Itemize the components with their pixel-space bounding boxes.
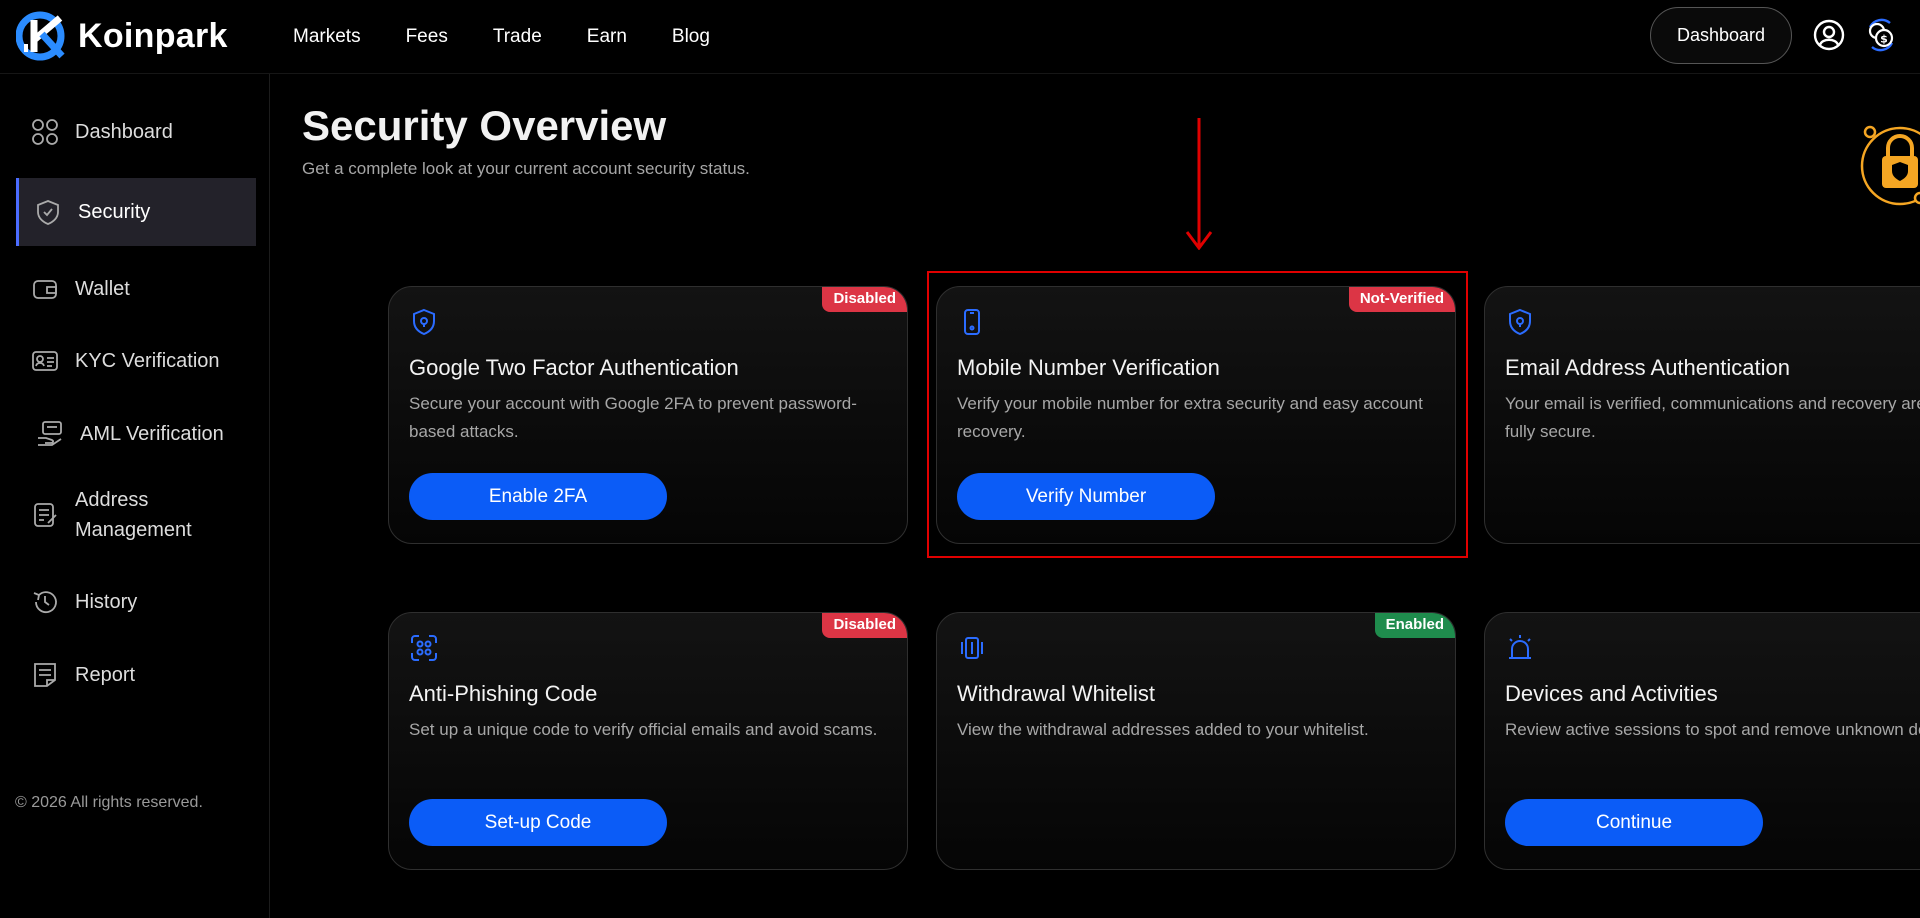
nav-earn[interactable]: Earn <box>587 26 627 48</box>
koinpark-logo-icon <box>16 11 65 61</box>
copyright-text: © 2026 All rights reserved. <box>15 794 203 811</box>
report-icon <box>34 663 56 687</box>
sidebar-item-wallet[interactable]: Wallet <box>16 266 256 312</box>
grid-icon <box>32 119 58 145</box>
card-title: Anti-Phishing Code <box>409 681 598 706</box>
alarm-icon <box>1509 635 1531 659</box>
sidebar-item-history[interactable]: History <box>16 579 256 625</box>
wallet-icon <box>33 280 57 299</box>
card-description: Secure your account with Google 2FA to p… <box>409 394 857 441</box>
sidebar-item-label: Address Management <box>75 489 192 541</box>
sidebar-item-kyc[interactable]: KYC Verification <box>16 338 256 384</box>
page-title: Security Overview <box>302 102 667 149</box>
sidebar-item-label: KYC Verification <box>75 349 220 372</box>
notepad-icon <box>34 503 57 527</box>
sidebar-item-security[interactable]: Security <box>16 178 256 246</box>
sidebar-item-label: AML Verification <box>80 422 224 445</box>
enable-2fa-button[interactable]: Enable 2FA <box>409 473 667 520</box>
card-email-authentication: Email Address Authentication Your email … <box>1484 286 1920 544</box>
card-title: Google Two Factor Authentication <box>409 355 739 380</box>
card-anti-phishing: Disabled Anti-Phishing Code Set up a uni… <box>388 612 908 870</box>
card-title: Withdrawal Whitelist <box>957 681 1156 706</box>
shield-icon <box>413 308 435 336</box>
id-card-icon <box>32 351 58 371</box>
hand-card-icon <box>38 421 62 446</box>
status-badge: Disabled <box>822 287 907 312</box>
nav-markets[interactable]: Markets <box>293 26 361 48</box>
sidebar-item-dashboard[interactable]: Dashboard <box>16 109 256 155</box>
sidebar-item-label: History <box>75 590 138 613</box>
nav-trade[interactable]: Trade <box>493 26 542 48</box>
shield-icon <box>1509 308 1531 336</box>
dashboard-button[interactable]: Dashboard <box>1650 7 1792 64</box>
card-title: Email Address Authentication <box>1505 355 1790 380</box>
card-google-2fa: Disabled Google Two Factor Authenticatio… <box>388 286 908 544</box>
top-navbar: Koinpark Markets Fees Trade Earn Blog Da… <box>0 0 1920 74</box>
sidebar: Dashboard Security Wallet KYC Verificati… <box>0 74 270 918</box>
red-highlight-box <box>927 271 1468 558</box>
whitelist-icon <box>961 637 983 659</box>
user-profile-icon[interactable] <box>1812 18 1846 52</box>
brand-name: Koinpark <box>78 16 228 55</box>
sidebar-item-address-management[interactable]: Address Management <box>16 484 256 546</box>
sidebar-item-report[interactable]: Report <box>16 652 256 698</box>
sidebar-item-aml[interactable]: AML Verification <box>16 411 256 457</box>
sidebar-item-label: Dashboard <box>75 120 173 143</box>
card-description: Set up a unique code to verify official … <box>409 720 878 739</box>
lock-illustration-icon <box>1860 125 1920 206</box>
sidebar-item-label: Report <box>75 663 136 686</box>
card-description: Your email is verified, communications a… <box>1505 394 1920 441</box>
red-arrow-annotation <box>1185 118 1213 250</box>
card-withdrawal-whitelist: Enabled Withdrawal Whitelist View the wi… <box>936 612 1456 870</box>
shield-icon <box>37 200 59 225</box>
nav-blog[interactable]: Blog <box>672 26 710 48</box>
status-badge: Disabled <box>822 613 907 638</box>
nav-fees[interactable]: Fees <box>406 26 448 48</box>
brand-logo[interactable]: Koinpark <box>16 10 228 62</box>
continue-button[interactable]: Continue <box>1505 799 1763 846</box>
scan-icon <box>411 635 437 661</box>
card-description: Review active sessions to spot and remov… <box>1505 720 1920 739</box>
card-devices-activities: Devices and Activities Review active ses… <box>1484 612 1920 870</box>
page-subtitle: Get a complete look at your current acco… <box>302 159 750 178</box>
sidebar-item-label: Security <box>78 200 151 223</box>
status-badge: Enabled <box>1374 613 1455 638</box>
history-icon <box>33 591 57 614</box>
setup-code-button[interactable]: Set-up Code <box>409 799 667 846</box>
card-description: View the withdrawal addresses added to y… <box>957 720 1369 739</box>
currency-icon[interactable]: $ <box>1864 18 1898 52</box>
main-nav: Markets Fees Trade Earn Blog <box>293 0 710 74</box>
sidebar-item-label: Wallet <box>75 277 130 300</box>
card-title: Devices and Activities <box>1505 681 1718 706</box>
svg-text:$: $ <box>1880 33 1888 46</box>
